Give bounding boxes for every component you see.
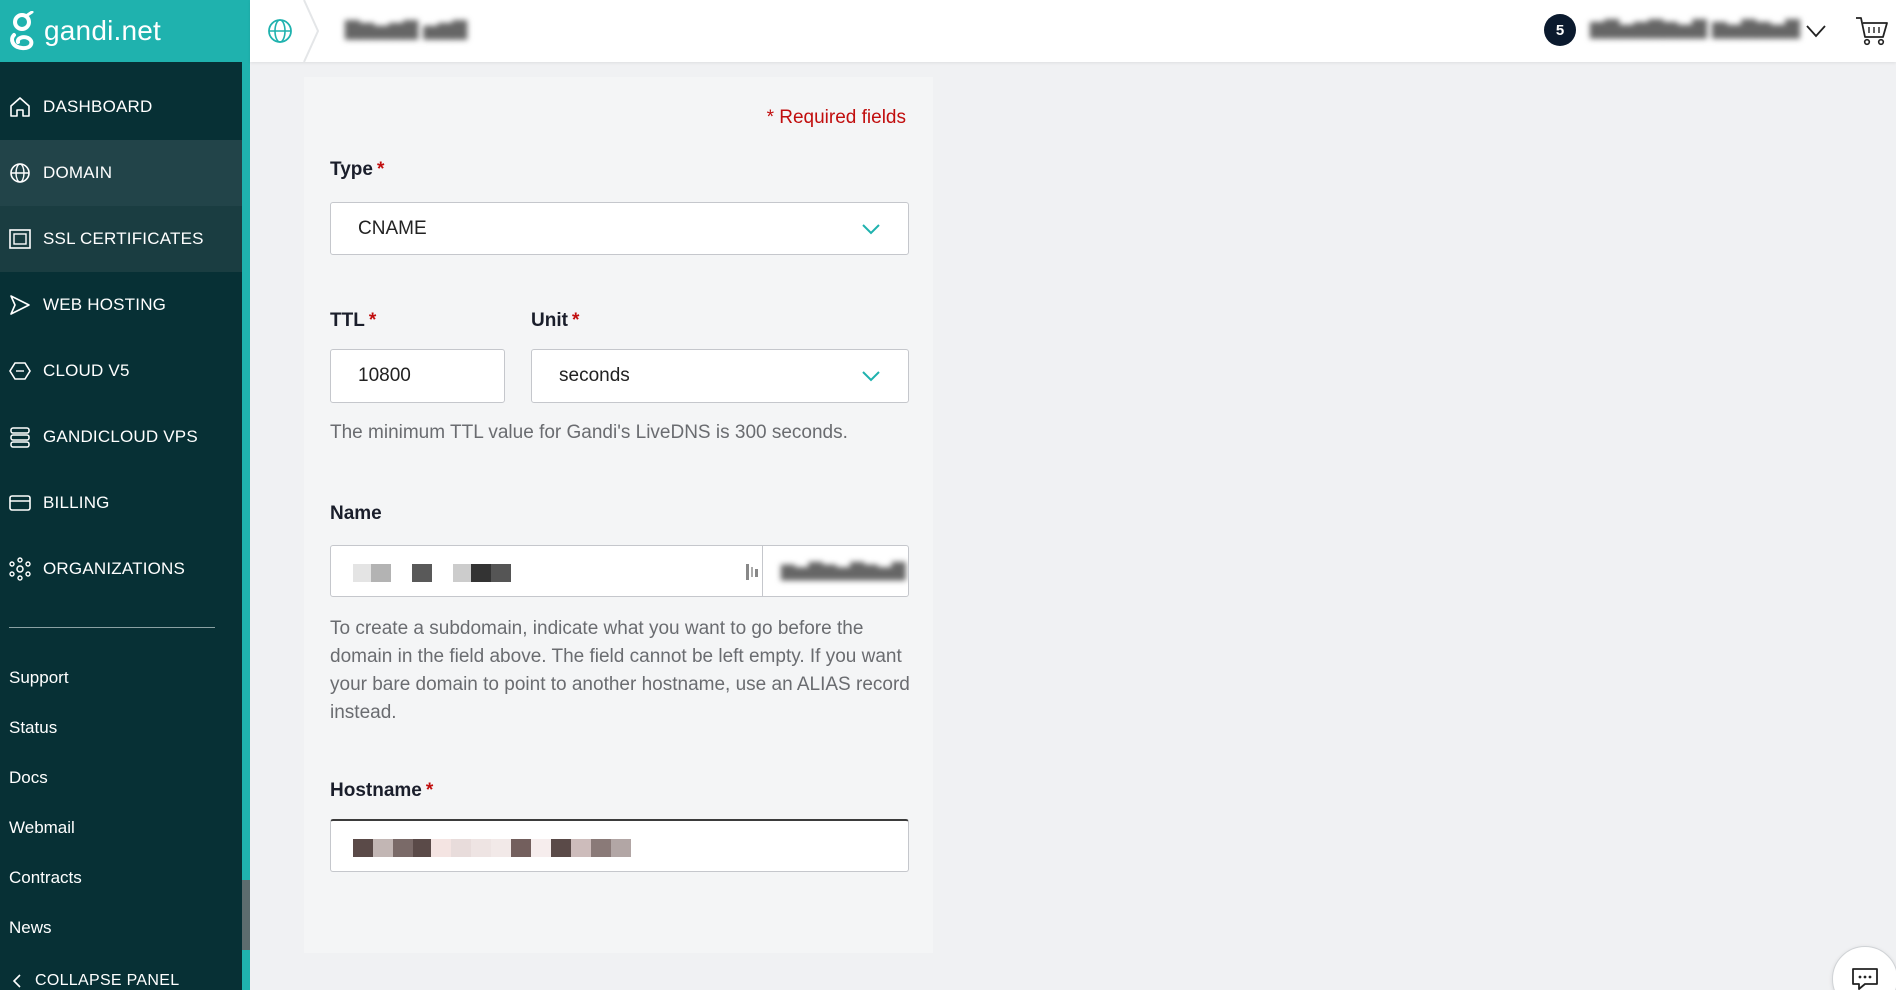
home-icon (10, 97, 30, 117)
sidebar: gandi.net DASHBOARD DOMAIN SSL CERTIFICA… (0, 0, 250, 990)
sidebar-item-label: ORGANIZATIONS (43, 559, 186, 578)
sidebar-item-domain[interactable]: DOMAIN (0, 140, 242, 206)
sidebar-divider (9, 627, 215, 628)
gandi-logo-icon (10, 11, 34, 51)
sidebar-item-billing[interactable]: BILLING (0, 470, 242, 536)
chat-icon (1852, 968, 1878, 990)
collapse-panel-label: COLLAPSE PANEL (35, 972, 180, 989)
send-icon (10, 295, 30, 315)
type-select[interactable]: CNAME (330, 202, 909, 255)
type-label: Type * (330, 159, 384, 181)
globe-icon (268, 19, 292, 43)
sidebar-item-web-hosting[interactable]: WEB HOSTING (0, 272, 242, 338)
type-label-text: Type (330, 159, 373, 180)
top-bar: ▇▆▅▆▇ ▅▆▇ 5 ▆▇▅▆▇▆▅▇ ▆▅▇▆▅▇ (250, 0, 1896, 62)
sidebar-item-cloud-v5[interactable]: CLOUD V5 (0, 338, 242, 404)
chevron-down-icon[interactable] (1803, 18, 1829, 44)
link-contracts[interactable]: Contracts (9, 853, 82, 903)
sidebar-item-organizations[interactable]: ORGANIZATIONS (0, 536, 242, 602)
brand-name: gandi.net (44, 15, 162, 46)
sidebar-item-label: GANDICLOUD VPS (43, 427, 198, 446)
sidebar-item-label: CLOUD V5 (43, 361, 130, 380)
domain-suffix: ▆▅▇▆▅▇▆▅▇ (781, 560, 906, 580)
hostname-input[interactable] (330, 819, 909, 872)
password-manager-icon[interactable] (744, 562, 760, 582)
notification-badge[interactable]: 5 (1544, 14, 1576, 46)
sidebar-item-label: DASHBOARD (43, 97, 153, 116)
certificate-icon (9, 229, 31, 249)
ttl-label-text: TTL (330, 310, 365, 331)
current-domain-name: ▇▆▅▆▇ ▅▆▇ (345, 19, 468, 40)
cloud-hexagon-icon (9, 362, 31, 380)
required-marker: * (368, 310, 377, 331)
sidebar-links: Support Status Docs Webmail Contracts Ne… (9, 653, 82, 953)
required-fields-note: * Required fields (766, 107, 906, 128)
server-stack-icon (10, 427, 30, 448)
sidebar-item-gandicloud-vps[interactable]: GANDICLOUD VPS (0, 404, 242, 470)
name-label: Name (330, 503, 382, 525)
required-marker: * (425, 780, 434, 801)
credit-card-icon (9, 495, 31, 511)
organization-icon (9, 557, 31, 581)
gandi-logo[interactable]: gandi.net (0, 0, 242, 62)
sidebar-accent-bar (242, 0, 250, 990)
sidebar-nav: DASHBOARD DOMAIN SSL CERTIFICATES WEB HO… (0, 74, 242, 602)
required-marker: * (571, 310, 580, 331)
sidebar-item-label: SSL CERTIFICATES (43, 229, 204, 248)
collapse-panel-button[interactable]: COLLAPSE PANEL (9, 972, 179, 990)
domain-suffix-separator (762, 546, 763, 596)
link-status[interactable]: Status (9, 703, 82, 753)
globe-icon (10, 163, 30, 183)
type-select-value: CNAME (358, 217, 427, 239)
unit-label: Unit * (531, 310, 579, 332)
sidebar-scrollbar[interactable] (242, 880, 250, 950)
hostname-label-text: Hostname (330, 780, 422, 801)
breadcrumb-separator (303, 0, 320, 62)
unit-label-text: Unit (531, 310, 568, 331)
chevron-down-icon (862, 371, 880, 382)
sidebar-item-label: WEB HOSTING (43, 295, 167, 314)
ttl-input-value: 10800 (358, 365, 411, 386)
ttl-help-text: The minimum TTL value for Gandi's LiveDN… (330, 422, 848, 443)
unit-select-value: seconds (559, 365, 630, 386)
link-webmail[interactable]: Webmail (9, 803, 82, 853)
sidebar-item-label: BILLING (43, 493, 110, 512)
chat-support-button[interactable] (1832, 946, 1896, 990)
unit-select[interactable]: seconds (531, 349, 909, 403)
chevron-left-icon (12, 974, 21, 988)
link-support[interactable]: Support (9, 653, 82, 703)
sidebar-item-dashboard[interactable]: DASHBOARD (0, 74, 242, 140)
sidebar-item-label: DOMAIN (43, 163, 113, 182)
name-label-text: Name (330, 503, 382, 524)
ttl-input[interactable]: 10800 (330, 349, 505, 403)
link-docs[interactable]: Docs (9, 753, 82, 803)
name-help-text: To create a subdomain, indicate what you… (330, 618, 910, 723)
link-news[interactable]: News (9, 903, 82, 953)
account-name[interactable]: ▆▇▅▆▇▆▅▇ ▆▅▇▆▅▇ (1590, 17, 1800, 40)
name-input[interactable]: ▆▅▇▆▅▇▆▅▇ (330, 545, 909, 597)
hostname-label: Hostname * (330, 780, 433, 802)
dns-record-form: * Required fields Type * CNAME TTL * 10800… (304, 77, 933, 953)
domain-globe-button[interactable] (250, 0, 310, 62)
ttl-label: TTL * (330, 310, 376, 332)
required-marker: * (376, 159, 385, 180)
sidebar-item-ssl-certificates[interactable]: SSL CERTIFICATES (0, 206, 242, 272)
chevron-down-icon (862, 223, 880, 234)
cart-icon[interactable] (1854, 13, 1890, 49)
